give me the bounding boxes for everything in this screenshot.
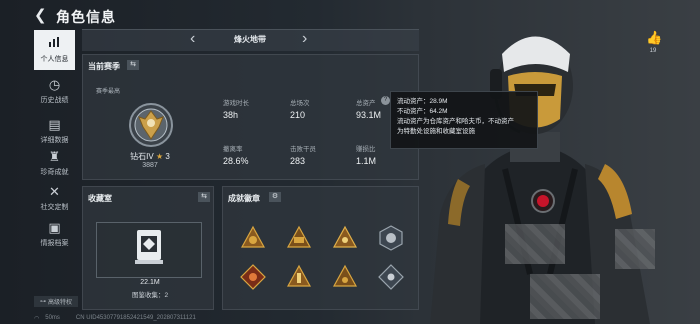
privilege-button[interactable]: ⊶ 高级特权 [34,296,78,307]
pixelated-area [505,224,565,264]
season-best-label: 赛季最高 [96,89,121,95]
stat-value: 28.6% [223,156,249,166]
sidebar-item-social[interactable]: ✕ 社交定制 [34,178,75,218]
stat-label: 总场次 [290,100,310,107]
medal-icon[interactable] [286,264,312,290]
tooltip-line: 不动资产：64.2M [397,108,448,115]
settings-icon[interactable]: ⚙ [269,192,281,202]
collection-count: 图鉴收集：2 [131,292,169,299]
tooltip-line: 为特勤处设施和收藏室设施 [397,128,475,135]
medal-icon[interactable] [332,264,358,290]
season-name: 烽火地带 [234,35,266,44]
season-prev-icon[interactable]: ‹ [190,30,195,48]
controller-icon: ⊶ [39,299,46,305]
asset-tooltip: 流动资产：28.9M 不动资产：64.2M 流动资产为仓库资产和哈夫币，不动资产… [390,91,538,149]
sidebar-item-label: 个人信息 [40,56,69,63]
privilege-label: 高级特权 [47,300,72,306]
current-season-label: 当前赛季 [88,62,120,71]
report-icon: ▤ [48,116,61,132]
medal-icon[interactable] [378,225,404,251]
vault-icon [135,228,163,266]
status-bar: ◠ 50ms CN UID45307791852421549_202807311… [34,313,196,323]
tooltip-line: 流动资产为仓库资产和哈夫币，不动资产 [397,118,514,125]
medal-icon[interactable] [240,264,266,290]
sidebar-item-history[interactable]: ◷ 历史战绩 [34,71,75,111]
rank-name: 钻石IV ★ 3 [110,151,190,162]
stat-label: 总资产 [356,100,376,107]
sidebar-item-achievements[interactable]: ♜ 珍奇成就 [34,143,75,183]
pixelated-area [530,274,600,319]
stat-label: 撤离率 [223,146,243,153]
character-portrait [410,14,660,324]
history-icon: ◷ [48,76,61,92]
stat-value: 210 [290,110,306,120]
switch-icon[interactable]: ⇆ [127,60,139,70]
ping-text: 50ms [45,315,60,321]
thumbs-up-icon[interactable]: 👍 [646,30,662,46]
rank-score: 3887 [142,162,158,169]
medals-label: 成就徽章 [228,194,260,203]
tooltip-line: 流动资产：28.9M [397,98,448,105]
collection-label: 收藏室 [88,194,112,203]
uid-text: CN UID45307791852421549_202807311121 [75,315,196,321]
pixelated-area [615,229,655,269]
rank-badge-icon [127,101,175,149]
stat-label: 击败干员 [290,146,316,153]
tools-icon: ✕ [49,183,60,199]
trophy-icon: ♜ [48,148,61,164]
star-icon: ★ [155,152,164,161]
switch-icon[interactable]: ⇆ [198,192,210,202]
like-count: 19 [649,48,657,54]
medal-icon[interactable] [332,225,358,251]
stat-value: 1.1M [356,156,377,166]
wifi-icon: ◠ [34,315,40,322]
sidebar-item-label: 社交定制 [40,203,69,211]
bar-chart-icon [48,36,61,51]
medal-icon[interactable] [378,264,404,290]
sidebar-item-label: 情报档案 [40,239,69,247]
back-chevron-icon[interactable]: ❮ [34,8,48,24]
stat-value: 283 [290,156,306,166]
sidebar-item-label: 历史战绩 [40,96,69,104]
stat-label: 赚损比 [356,146,376,153]
stat-label: 游戏时长 [223,100,249,107]
rank-stars: 3 [165,152,170,161]
medal-icon[interactable] [286,225,312,251]
sidebar-item-label: 珍奇成就 [40,168,69,176]
sidebar-item-archive[interactable]: ▣ 情报档案 [34,214,75,254]
stat-value: 38h [223,110,239,120]
help-icon[interactable]: ? [381,96,390,105]
season-next-icon[interactable]: › [302,30,307,48]
collection-value: 22.1M [140,279,160,286]
stat-value: 93.1M [356,110,382,120]
sidebar-item-personal-info[interactable]: 个人信息 [34,30,75,70]
page-title: 角色信息 [56,9,116,25]
archive-icon: ▣ [48,219,61,235]
rank-tier: 钻石IV [130,152,154,161]
medal-icon[interactable] [240,225,266,251]
